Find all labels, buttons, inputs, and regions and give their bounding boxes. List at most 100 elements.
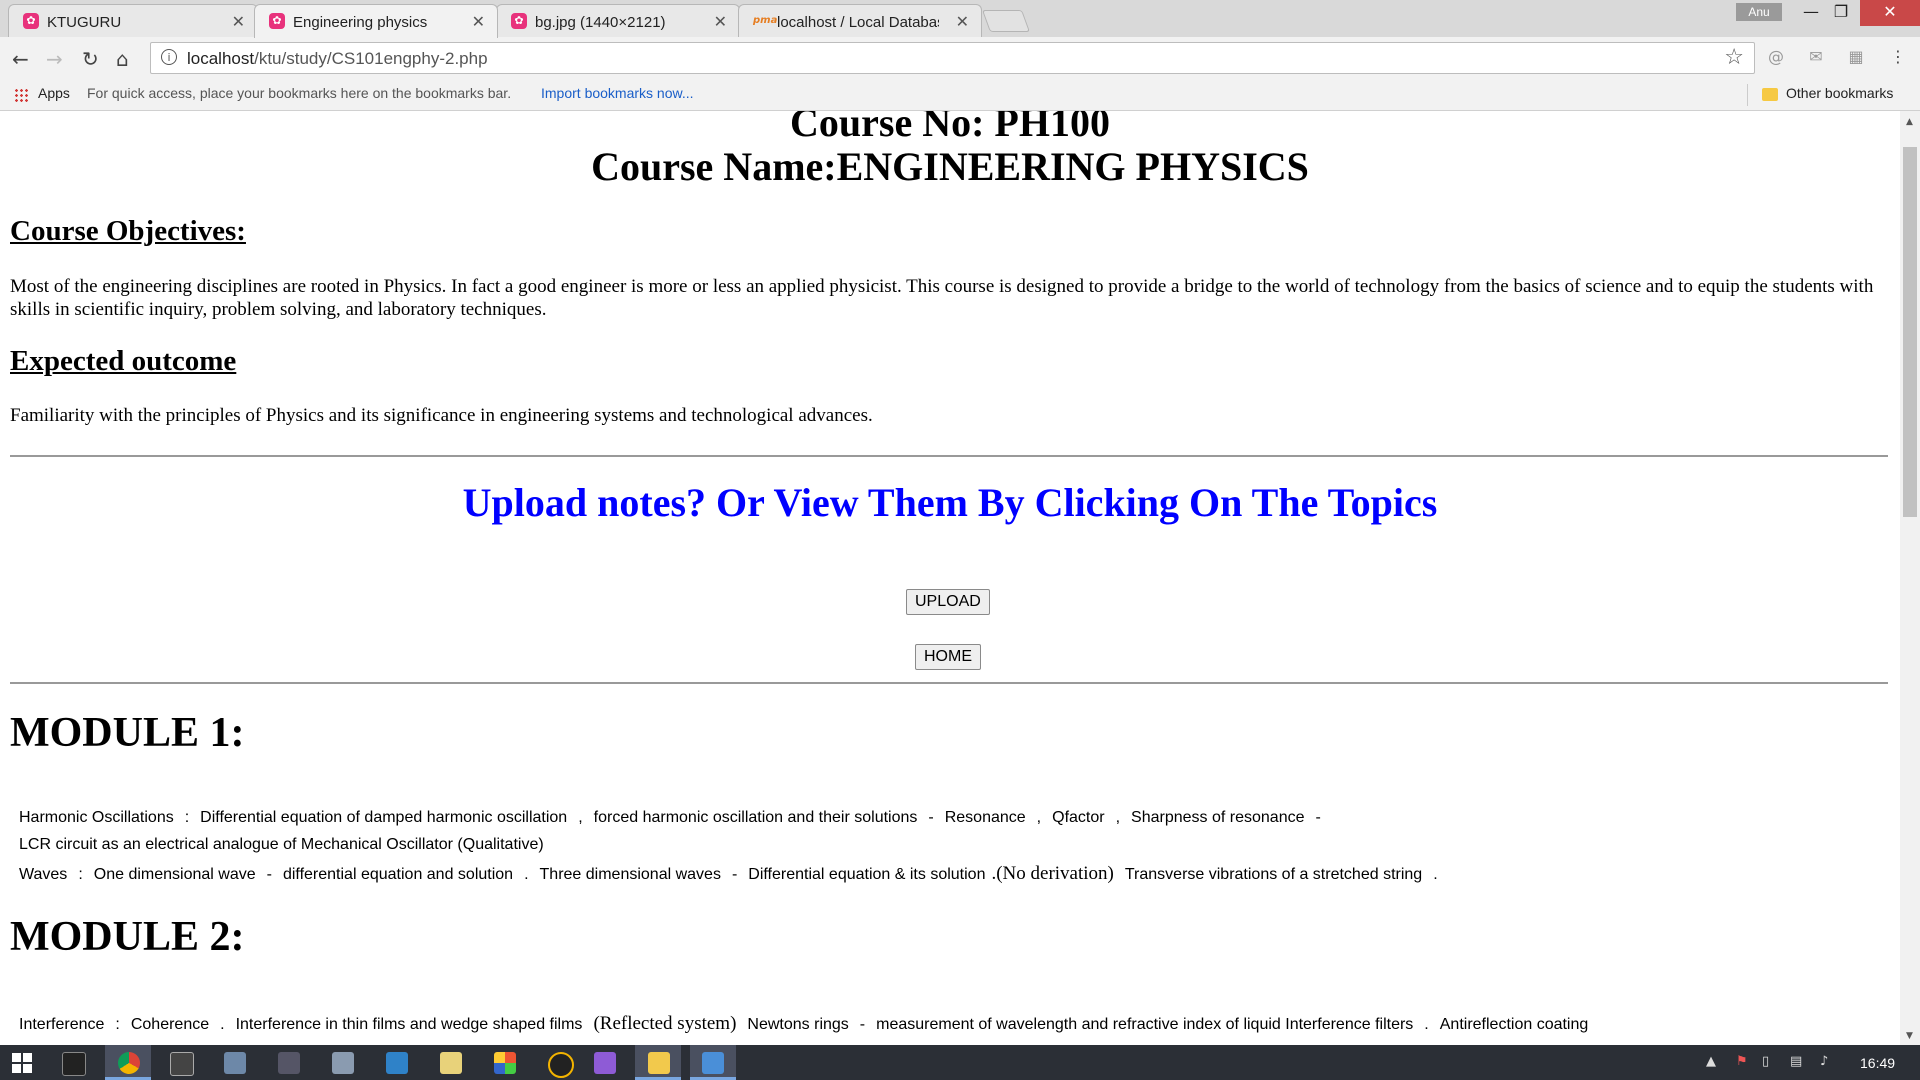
- topic-separator: :: [115, 1016, 120, 1033]
- menu-icon[interactable]: ⋮: [1888, 47, 1908, 67]
- tab-label: bg.jpg (1440×2121): [535, 14, 666, 31]
- ktu-favicon-icon: ✿: [269, 13, 285, 29]
- app-icon[interactable]: [548, 1052, 574, 1078]
- upload-button[interactable]: UPLOAD: [906, 589, 990, 615]
- apps-shortcut[interactable]: Apps: [38, 85, 70, 101]
- topic-separator: ,: [1115, 809, 1121, 826]
- volume-icon[interactable]: ♪: [1820, 1054, 1828, 1069]
- topic-link[interactable]: Waves: [19, 866, 67, 883]
- bookmarks-divider: [1747, 84, 1748, 106]
- visual-studio-icon[interactable]: [594, 1052, 616, 1074]
- browser-toolbar: ← → ↻ ⌂ i localhost/ktu/study/CS101engph…: [0, 37, 1920, 80]
- topic-link[interactable]: Three dimensional waves: [540, 866, 721, 883]
- outcome-heading: Expected outcome: [10, 345, 237, 377]
- scroll-thumb[interactable]: [1903, 147, 1917, 517]
- apps-grid-icon[interactable]: [14, 88, 28, 102]
- bookmarks-hint: For quick access, place your bookmarks h…: [87, 85, 512, 101]
- import-bookmarks-link[interactable]: Import bookmarks now...: [541, 85, 694, 101]
- tab-phpmyadmin[interactable]: pma localhost / Local Databas ✕: [738, 4, 982, 37]
- topic-link[interactable]: One dimensional wave: [94, 866, 256, 883]
- tab-engineering-physics[interactable]: ✿ Engineering physics ✕: [254, 4, 498, 38]
- tab-label: Engineering physics: [293, 14, 428, 31]
- course-name: Course Name:ENGINEERING PHYSICS: [591, 144, 1309, 189]
- ktu-favicon-icon: ✿: [511, 13, 527, 29]
- page-content: Course No: PH100 Course Name:ENGINEERING…: [0, 111, 1900, 1045]
- app-icon[interactable]: [440, 1052, 462, 1074]
- close-tab-icon[interactable]: ✕: [232, 12, 245, 31]
- topic-link[interactable]: Qfactor: [1052, 809, 1104, 826]
- close-tab-icon[interactable]: ✕: [472, 12, 485, 31]
- topic-link[interactable]: Antireflection coating: [1440, 1016, 1589, 1033]
- cmd-icon[interactable]: [62, 1052, 86, 1076]
- home-button[interactable]: HOME: [915, 644, 981, 670]
- course-number: Course No: PH100: [790, 111, 1110, 145]
- topic-link[interactable]: Differential equation of damped harmonic…: [200, 809, 567, 826]
- scroll-up-icon[interactable]: ▲: [1906, 117, 1913, 127]
- topic-link[interactable]: Interference: [19, 1016, 104, 1033]
- url-host: localhost: [187, 49, 255, 68]
- app-icon[interactable]: [278, 1052, 300, 1074]
- profile-button[interactable]: Anu: [1736, 3, 1782, 21]
- phpmyadmin-favicon-icon: pma: [753, 15, 778, 26]
- app-icon[interactable]: [224, 1052, 246, 1074]
- topic-separator: -: [928, 809, 934, 826]
- new-tab-button[interactable]: [981, 10, 1031, 32]
- file-explorer-icon[interactable]: [648, 1052, 670, 1074]
- flag-icon[interactable]: ⚑: [1736, 1054, 1748, 1069]
- topic-link[interactable]: Sharpness of resonance: [1131, 809, 1304, 826]
- tab-ktuguru[interactable]: ✿ KTUGURU ✕: [8, 4, 258, 37]
- clock[interactable]: 16:49: [1860, 1055, 1895, 1071]
- tab-label: localhost / Local Databas: [777, 14, 939, 31]
- ktu-favicon-icon: ✿: [23, 13, 39, 29]
- address-bar[interactable]: i localhost/ktu/study/CS101engphy-2.php …: [150, 42, 1755, 74]
- extension-at-icon[interactable]: @: [1766, 47, 1786, 67]
- reload-icon[interactable]: ↻: [82, 47, 99, 71]
- network-icon[interactable]: ▤: [1790, 1054, 1802, 1069]
- other-bookmarks[interactable]: Other bookmarks: [1786, 85, 1893, 101]
- app-icon[interactable]: [494, 1052, 516, 1074]
- extension-mail-icon[interactable]: ✉: [1806, 47, 1826, 67]
- close-window-icon[interactable]: ✕: [1860, 0, 1920, 26]
- chrome-icon[interactable]: [118, 1052, 140, 1074]
- extension-grid-icon[interactable]: ▦: [1846, 47, 1866, 67]
- tab-strip: ✿ KTUGURU ✕ ✿ Engineering physics ✕ ✿ bg…: [0, 0, 1920, 38]
- topic-link[interactable]: differential equation and solution: [283, 866, 513, 883]
- topic-link[interactable]: Differential equation & its solution: [748, 866, 985, 883]
- app-icon[interactable]: [170, 1052, 194, 1076]
- close-tab-icon[interactable]: ✕: [714, 12, 727, 31]
- topic-link[interactable]: measurement of wavelength and refractive…: [876, 1016, 1413, 1033]
- topic-link[interactable]: LCR circuit as an electrical analogue of…: [19, 836, 544, 853]
- topic-separator: -: [266, 866, 272, 883]
- scroll-down-icon[interactable]: ▼: [1906, 1031, 1913, 1041]
- home-icon[interactable]: ⌂: [116, 47, 129, 71]
- bookmark-star-icon[interactable]: ☆: [1724, 45, 1744, 70]
- restore-icon[interactable]: ❐: [1818, 0, 1864, 26]
- topic-separator: -: [731, 866, 738, 883]
- objectives-text: Most of the engineering disciplines are …: [10, 276, 1874, 320]
- windows-start-icon[interactable]: [12, 1053, 32, 1073]
- photos-icon[interactable]: [702, 1052, 724, 1074]
- divider: [10, 682, 1888, 684]
- tab-bg-jpg[interactable]: ✿ bg.jpg (1440×2121) ✕: [496, 4, 740, 37]
- tray-overflow-icon[interactable]: ▲: [1706, 1054, 1716, 1069]
- app-icon[interactable]: [386, 1052, 408, 1074]
- site-info-icon[interactable]: i: [161, 49, 177, 65]
- back-icon[interactable]: ←: [12, 47, 29, 71]
- topic-link[interactable]: Harmonic Oscillations: [19, 809, 174, 826]
- topic-link[interactable]: Resonance: [945, 809, 1026, 826]
- topic-separator: .: [524, 866, 529, 883]
- topic-link[interactable]: Newtons rings: [747, 1016, 848, 1033]
- close-tab-icon[interactable]: ✕: [956, 12, 969, 31]
- device-icon[interactable]: ▯: [1762, 1054, 1769, 1069]
- url-path: /ktu/study/CS101engphy-2.php: [254, 49, 488, 68]
- module-1-title: MODULE 1:: [10, 710, 245, 756]
- url-text[interactable]: localhost/ktu/study/CS101engphy-2.php: [187, 49, 488, 69]
- page-scrollbar[interactable]: ▲ ▼: [1900, 111, 1920, 1045]
- forward-icon[interactable]: →: [46, 47, 63, 71]
- topic-link[interactable]: forced harmonic oscillation and their so…: [594, 809, 918, 826]
- topic-link[interactable]: Interference in thin films and wedge sha…: [236, 1016, 583, 1033]
- topic-separator: .: [1433, 866, 1438, 883]
- app-icon[interactable]: [332, 1052, 354, 1074]
- topic-link[interactable]: Transverse vibrations of a stretched str…: [1125, 866, 1422, 883]
- topic-link[interactable]: Coherence: [131, 1016, 209, 1033]
